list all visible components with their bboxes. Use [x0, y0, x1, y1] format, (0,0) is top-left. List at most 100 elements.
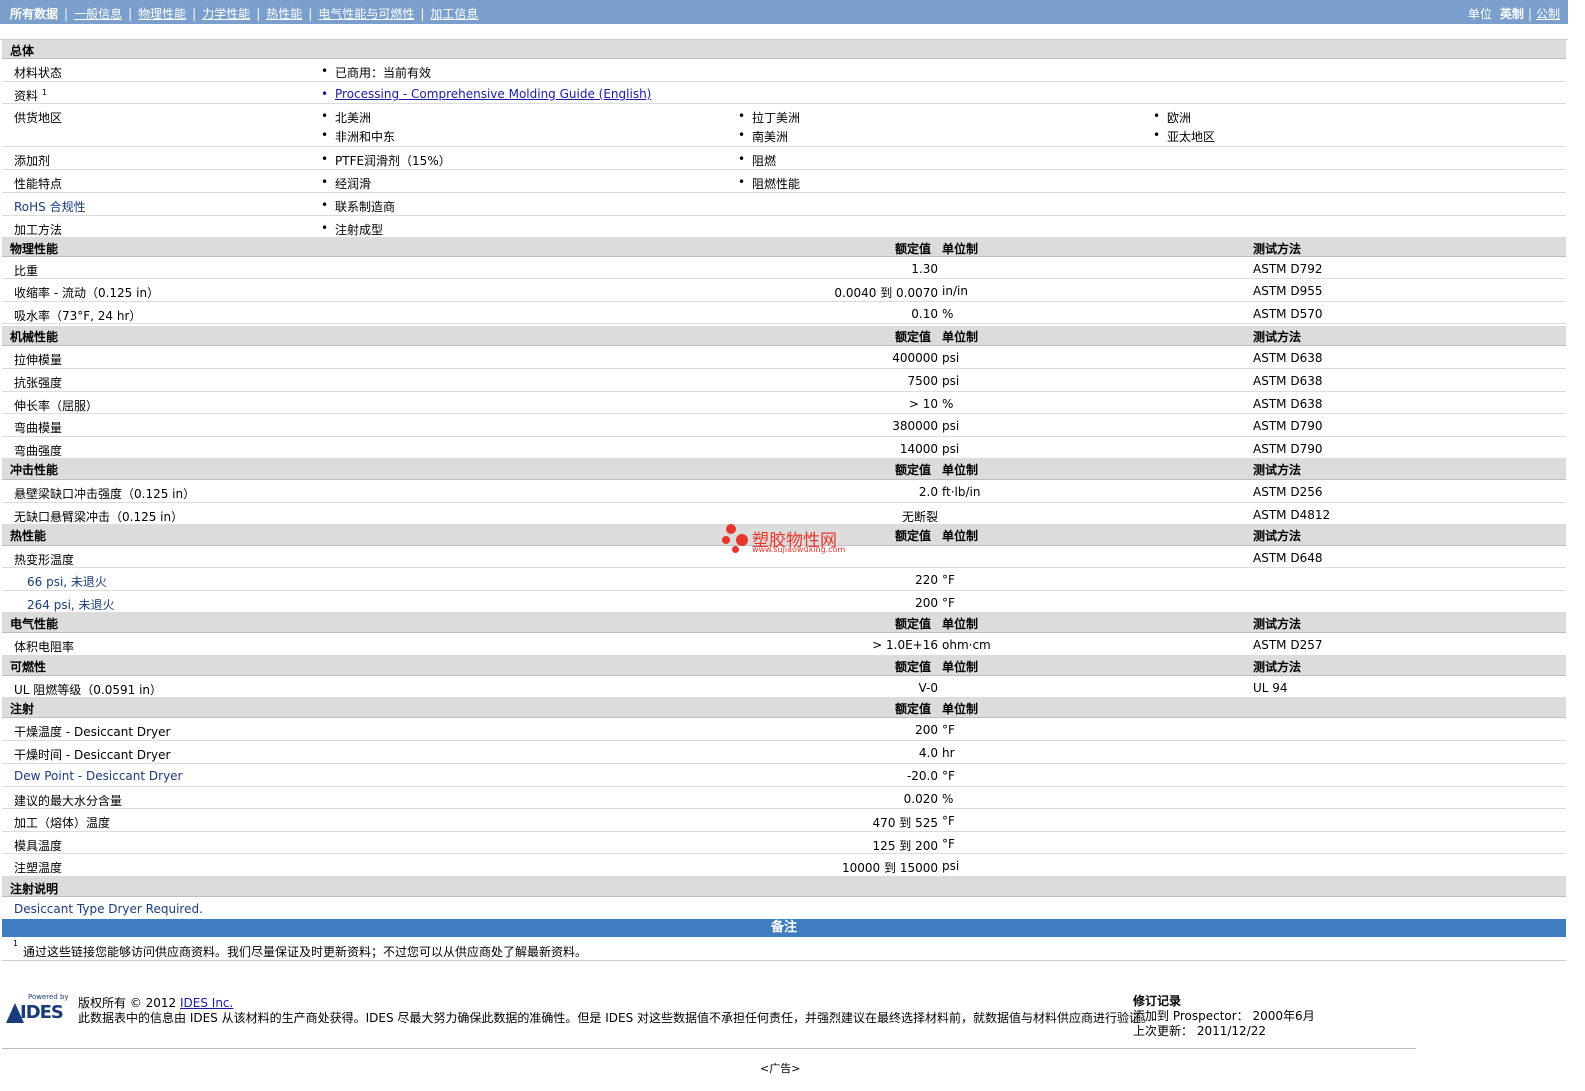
property-row: 比重 1.30 ASTM D792 — [2, 257, 1566, 279]
units-metric-link[interactable]: 公制 — [1536, 7, 1560, 21]
footer: Powered by IDES 版权所有 © 2012 IDES Inc. 此数… — [0, 985, 1568, 1045]
section-header-flammability: 可燃性 额定值 单位制 测试方法 — [2, 656, 1566, 676]
property-label: 收缩率 - 流动（0.125 in） — [14, 286, 160, 300]
property-value: > 1.0E+16 — [872, 638, 938, 652]
nav-thermal[interactable]: 热性能 — [266, 7, 302, 21]
section-title: 机械性能 — [10, 330, 59, 344]
property-row: 干燥温度 - Desiccant Dryer 200 °F — [2, 718, 1566, 741]
property-value: 1.30 — [911, 262, 938, 276]
row-features: 性能特点 经润滑 阻燃性能 — [2, 170, 1566, 193]
property-label: 模具温度 — [14, 839, 63, 853]
test-method: ASTM D648 — [1253, 551, 1323, 565]
test-method: ASTM D792 — [1253, 262, 1323, 276]
test-method: ASTM D638 — [1253, 351, 1323, 365]
nav-general-info[interactable]: 一般信息 — [74, 7, 122, 21]
property-label: 拉伸模量 — [14, 353, 63, 367]
feature-item: 阻燃性能 — [738, 175, 800, 192]
test-method: ASTM D256 — [1253, 485, 1323, 499]
property-value: 4.0 — [918, 746, 938, 760]
updated-label: 上次更新： — [1133, 1024, 1194, 1038]
property-unit: °F — [942, 596, 955, 610]
test-method-header: 测试方法 — [1253, 463, 1302, 477]
row-label: 材料状态 — [14, 66, 63, 80]
test-method: ASTM D955 — [1253, 284, 1323, 298]
docs-label-text: 资料 — [14, 89, 39, 103]
property-unit: psi — [942, 374, 960, 388]
property-label: 伸长率（屈服） — [14, 399, 99, 413]
test-method: ASTM D790 — [1253, 442, 1323, 456]
unit-system-header: 单位制 — [942, 617, 979, 631]
feature-item: 经润滑 — [321, 175, 371, 192]
row-value: 联系制造商 — [321, 198, 395, 215]
nav-processing[interactable]: 加工信息 — [430, 7, 478, 21]
molding-guide-link[interactable]: Processing - Comprehensive Molding Guide… — [321, 87, 651, 101]
section-header-physical: 物理性能 额定值 单位制 测试方法 — [2, 238, 1566, 257]
property-label: UL 阻燃等级（0.0591 in） — [14, 683, 163, 697]
section-header-mechanical: 机械性能 额定值 单位制 测试方法 — [2, 326, 1566, 346]
nav-separator: | — [64, 7, 69, 21]
nav-electrical[interactable]: 电气性能与可燃性 — [318, 7, 414, 21]
watermark-dot — [732, 546, 739, 553]
watermark-dot — [722, 536, 730, 544]
property-row: 弯曲模量 380000 psi ASTM D790 — [2, 414, 1566, 437]
property-row: 建议的最大水分含量 0.020% — [2, 787, 1566, 809]
property-row: Dew Point - Desiccant Dryer -20.0 °F — [2, 764, 1566, 787]
property-row: 抗张强度 7500 psi ASTM D638 — [2, 369, 1566, 392]
property-row: 体积电阻率 > 1.0E+16 ohm·cm ASTM D257 — [2, 633, 1566, 656]
test-method-header: 测试方法 — [1253, 242, 1302, 256]
rated-value-header: 额定值 — [895, 330, 932, 344]
section-nav: 所有数据 | 一般信息 | 物理性能 | 力学性能 | 热性能 | 电气性能与可燃性 | 加工信息 — [10, 5, 478, 22]
section-title: 物理性能 — [10, 242, 59, 256]
property-value: -20.0 — [906, 769, 938, 783]
property-label: 建议的最大水分含量 — [14, 794, 123, 808]
test-method: ASTM D790 — [1253, 419, 1323, 433]
row-label: 添加剂 — [14, 154, 51, 168]
rated-value-header: 额定值 — [895, 660, 932, 674]
copyright-prefix: 版权所有 © 2012 — [78, 996, 180, 1010]
property-value: 无断裂 — [901, 510, 938, 524]
property-unit: psi — [942, 442, 960, 456]
property-label: 体积电阻率 — [14, 640, 75, 654]
nav-physical[interactable]: 物理性能 — [138, 7, 186, 21]
unit-system-header: 单位制 — [942, 702, 979, 716]
property-label: 抗张强度 — [14, 376, 63, 390]
property-label: 66 psi, 未退火 — [27, 575, 107, 589]
row-injection-note: Desiccant Type Dryer Required. — [2, 897, 1566, 919]
nav-mechanical[interactable]: 力学性能 — [202, 7, 250, 21]
property-row: 264 psi, 未退火 200 °F — [2, 591, 1566, 613]
region-item: 亚太地区 — [1153, 128, 1215, 145]
property-label: 弯曲强度 — [14, 444, 63, 458]
nav-separator: | — [256, 7, 261, 21]
section-title: 电气性能 — [10, 617, 59, 631]
section-title: 总体 — [10, 44, 35, 58]
property-unit: psi — [942, 351, 960, 365]
section-title: 可燃性 — [10, 660, 47, 674]
row-value: 已商用：当前有效 — [321, 64, 431, 81]
property-unit: % — [942, 397, 954, 411]
property-row: 拉伸模量 400000 psi ASTM D638 — [2, 346, 1566, 369]
ides-inc-link[interactable]: IDES Inc. — [180, 996, 233, 1010]
nav-all-data[interactable]: 所有数据 — [10, 7, 58, 21]
property-value: 200 — [915, 596, 938, 610]
property-unit: °F — [942, 573, 955, 587]
added-value: 2000年6月 — [1252, 1009, 1315, 1023]
property-label: 悬壁梁缺口冲击强度（0.125 in） — [14, 487, 196, 501]
property-label: 干燥时间 - Desiccant Dryer — [14, 748, 171, 762]
revision-title: 修订记录 — [1133, 994, 1182, 1008]
property-value: 0.0040 到 0.0070 — [834, 286, 938, 300]
unit-system-header: 单位制 — [942, 242, 979, 256]
property-value: 220 — [915, 573, 938, 587]
rated-value-header: 额定值 — [895, 702, 932, 716]
footnote-text: 通过这些链接您能够访问供应商资料。我们尽量保证及时更新资料；不过您可以从供应商处… — [23, 945, 588, 959]
section-header-impact: 冲击性能 额定值 单位制 测试方法 — [2, 459, 1566, 480]
property-label: Dew Point - Desiccant Dryer — [14, 769, 183, 783]
notes-header: 备注 — [2, 919, 1566, 937]
powered-by-text: Powered by — [28, 993, 69, 1001]
property-value: > 10 — [908, 397, 938, 411]
property-value: 10000 到 15000 — [842, 861, 938, 875]
ad-label: <广告> — [760, 1062, 801, 1075]
test-method: ASTM D4812 — [1253, 508, 1331, 522]
property-value: 14000 — [899, 442, 938, 456]
footer-divider — [2, 1048, 1416, 1049]
watermark-dot — [726, 524, 736, 534]
